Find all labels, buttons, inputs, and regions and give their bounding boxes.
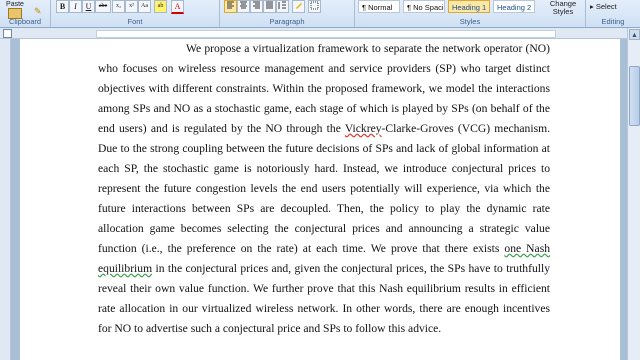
vertical-scrollbar[interactable]: ▲ [627, 28, 640, 360]
format-painter-icon[interactable]: ✎ [34, 6, 42, 17]
font-group-label: Font [127, 17, 143, 26]
clipboard-group-label: Clipboard [8, 17, 42, 26]
italic-button[interactable]: I [69, 0, 82, 13]
style-heading-1[interactable]: Heading 1 [448, 0, 490, 13]
align-left-button[interactable] [224, 0, 237, 13]
justify-button[interactable] [263, 0, 276, 13]
font-group: B I U abe x₂ x² Aa ab A Font [51, 0, 220, 27]
justify-icon [266, 1, 273, 9]
ribbon: Paste ✎ Clipboard B I U abe x₂ x² Aa ab … [0, 0, 640, 28]
select-button[interactable]: ▸ Select [590, 2, 617, 11]
paragraph-text-2: -Clarke-Groves (VCG) mechanism. Due to t… [98, 122, 551, 255]
borders-icon [310, 1, 319, 10]
align-right-button[interactable] [250, 0, 263, 13]
ruler-text-area [96, 30, 556, 38]
line-spacing-icon [278, 1, 286, 9]
align-right-icon [253, 1, 260, 9]
font-color-button[interactable]: A [171, 0, 184, 14]
subscript-button[interactable]: x₂ [112, 0, 125, 13]
tab-selector-icon[interactable] [3, 29, 12, 38]
align-left-icon [227, 1, 234, 9]
paste-button[interactable]: Paste [6, 1, 24, 8]
line-spacing-button[interactable] [276, 0, 289, 13]
scrollbar-thumb[interactable] [629, 66, 640, 126]
shading-button[interactable] [292, 0, 305, 13]
paragraph-group: Paragraph [220, 0, 355, 27]
borders-button[interactable] [308, 0, 321, 13]
style-heading-2[interactable]: Heading 2 [493, 0, 535, 13]
superscript-button[interactable]: x² [125, 0, 138, 13]
align-center-icon [240, 1, 247, 9]
select-label: Select [595, 2, 617, 11]
scroll-up-arrow-icon[interactable]: ▲ [629, 29, 640, 40]
change-case-button[interactable]: Aa [138, 0, 151, 13]
highlight-button[interactable]: ab [154, 0, 167, 13]
style-no-spacing[interactable]: ¶ No Spaci... [403, 0, 445, 13]
align-center-button[interactable] [237, 0, 250, 13]
document-body[interactable]: We propose a virtualization framework to… [98, 39, 550, 339]
clipboard-group: Paste ✎ Clipboard [0, 0, 51, 27]
spelling-error-vickrey[interactable]: Vickrey [345, 122, 382, 135]
editing-group-label: Editing [601, 17, 625, 26]
paragraph-text-3: in the conjectural prices and, given the… [98, 262, 550, 335]
change-styles-button[interactable]: Change Styles [546, 0, 580, 16]
paste-label: Paste [6, 1, 24, 8]
underline-button[interactable]: U [82, 0, 95, 13]
style-normal[interactable]: ¶ Normal [358, 0, 400, 13]
paragraph-group-label: Paragraph [269, 17, 305, 26]
styles-group-label: Styles [459, 17, 481, 26]
style-heading-2-label: Heading 2 [497, 3, 532, 12]
vertical-ruler[interactable] [0, 39, 11, 360]
strikethrough-button[interactable]: abe [95, 0, 111, 13]
document-page[interactable]: We propose a virtualization framework to… [20, 39, 620, 360]
bold-button[interactable]: B [56, 0, 69, 13]
horizontal-ruler[interactable] [0, 28, 627, 39]
style-heading-1-label: Heading 1 [452, 3, 487, 12]
shading-icon [296, 3, 302, 9]
